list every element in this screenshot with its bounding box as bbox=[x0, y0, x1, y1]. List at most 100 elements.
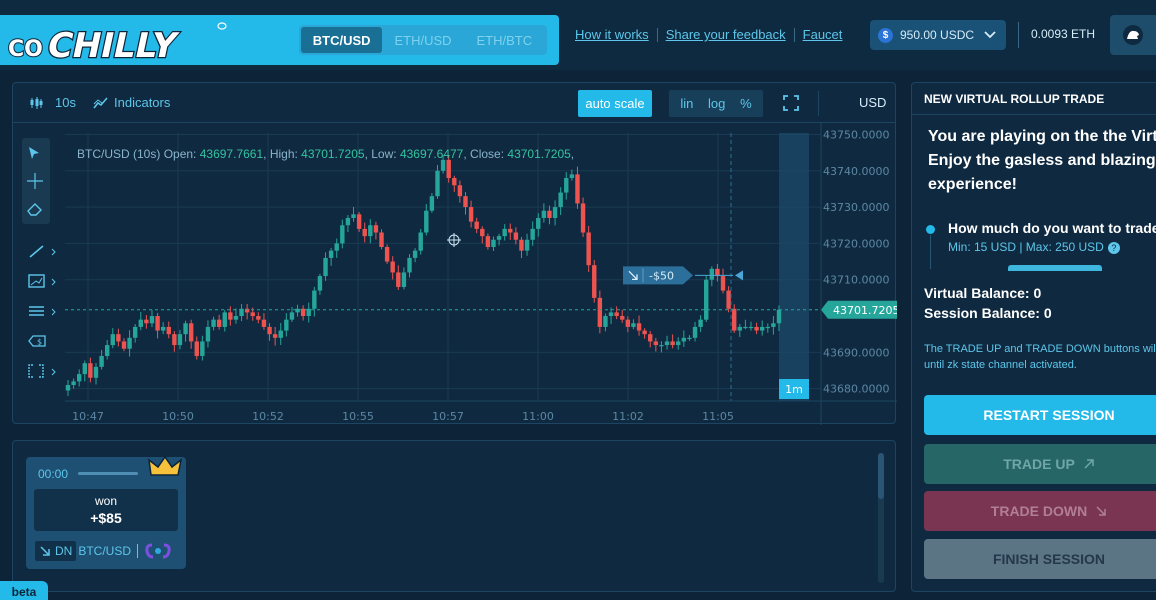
rectangle-tool[interactable] bbox=[23, 270, 59, 292]
candle-body bbox=[284, 319, 289, 331]
eth-balance: 0.0093 ETH bbox=[1031, 27, 1096, 41]
candle-body bbox=[216, 319, 222, 327]
candle-body bbox=[496, 236, 502, 240]
candle-body bbox=[524, 239, 530, 251]
range-tool[interactable] bbox=[23, 360, 59, 382]
candle-body bbox=[597, 297, 603, 327]
tab-eth-btc[interactable]: ETH/BTC bbox=[464, 27, 545, 53]
trend-line-tool[interactable] bbox=[23, 240, 59, 262]
candle-body bbox=[620, 316, 625, 320]
x-tick-label: 10:50 bbox=[162, 410, 194, 423]
x-tick-label: 10:52 bbox=[252, 410, 284, 423]
candle-body bbox=[166, 326, 171, 335]
candle-body bbox=[765, 326, 771, 329]
candle-body bbox=[384, 247, 390, 262]
trade-down-button[interactable]: TRADE DOWN bbox=[924, 491, 1156, 531]
drawing-tools-top bbox=[22, 138, 50, 224]
candle-body bbox=[396, 272, 401, 287]
trade-up-button[interactable]: TRADE UP bbox=[924, 444, 1156, 484]
help-icon[interactable]: ? bbox=[1107, 242, 1120, 254]
tab-btc-usd[interactable]: BTC/USD bbox=[301, 27, 383, 53]
nav-faucet[interactable]: Faucet bbox=[803, 27, 843, 42]
y-tick-label: 43680.0000 bbox=[823, 383, 889, 396]
eraser-tool[interactable] bbox=[22, 198, 58, 220]
candle-body bbox=[272, 334, 278, 338]
candle-body bbox=[508, 228, 513, 233]
scrollbar-thumb[interactable] bbox=[878, 453, 884, 499]
amount-selector-tab[interactable] bbox=[1008, 265, 1102, 271]
candle-body bbox=[530, 228, 535, 240]
legend-high-label: High: bbox=[269, 147, 298, 161]
cochilly-logo[interactable]: CO CHILLY bbox=[6, 17, 228, 63]
candle-body bbox=[373, 225, 379, 233]
candle-body bbox=[603, 316, 608, 327]
candle-body bbox=[636, 323, 642, 331]
candle-body bbox=[334, 243, 339, 251]
position-progress-bar bbox=[78, 472, 138, 475]
candle-body bbox=[116, 334, 121, 342]
crosshair-tool[interactable] bbox=[22, 170, 58, 192]
candle-body bbox=[440, 159, 446, 171]
position-card[interactable]: 00:00 won +$85 DN BTC/USD bbox=[26, 455, 186, 569]
current-bar-highlight bbox=[779, 133, 809, 401]
tab-eth-usd[interactable]: ETH/USD bbox=[382, 27, 463, 53]
candle-body bbox=[261, 319, 267, 327]
candle-body bbox=[104, 345, 110, 356]
bet-marker-label: -$50 bbox=[649, 269, 674, 282]
user-avatar-icon bbox=[1123, 25, 1143, 45]
share-icon[interactable] bbox=[144, 541, 172, 561]
nav-divider bbox=[656, 27, 658, 42]
candle-body bbox=[177, 334, 183, 346]
candle-body bbox=[138, 319, 143, 327]
candle-body bbox=[502, 228, 507, 237]
y-tick-label: 43740.0000 bbox=[823, 165, 889, 178]
candle-body bbox=[760, 326, 765, 331]
trade-panel: NEW VIRTUAL ROLLUP TRADE You are playing… bbox=[911, 82, 1156, 592]
wallet-balance-dropdown[interactable]: $ 950.00 USDC bbox=[870, 20, 1006, 50]
candle-body bbox=[99, 355, 104, 367]
cursor-tool[interactable] bbox=[22, 142, 58, 164]
candle-body bbox=[345, 217, 351, 226]
x-tick-label: 10:55 bbox=[342, 410, 374, 423]
price-chart[interactable]: 43701.7205 -$50 1m 43750.0000 43740.0000 437… bbox=[13, 83, 897, 425]
candle-body bbox=[732, 308, 737, 331]
candle-body bbox=[608, 312, 614, 317]
candle-body bbox=[558, 192, 563, 208]
candle-body bbox=[188, 323, 194, 342]
nav-how-it-works[interactable]: How it works bbox=[575, 27, 649, 42]
trend-line-icon bbox=[29, 245, 56, 258]
candle-body bbox=[222, 312, 227, 327]
candle-body bbox=[743, 326, 748, 329]
candle-body bbox=[356, 214, 362, 229]
pair-tabs: BTC/USD ETH/USD ETH/BTC bbox=[299, 25, 547, 55]
candle-body bbox=[547, 210, 552, 218]
user-avatar-button[interactable] bbox=[1110, 15, 1156, 55]
candle-body bbox=[648, 334, 653, 342]
candle-body bbox=[687, 337, 692, 340]
welcome-line: experience! bbox=[928, 176, 1017, 193]
parallel-lines-tool[interactable] bbox=[23, 300, 59, 322]
legend-open: 43697.7661 bbox=[199, 147, 264, 161]
candle-body bbox=[737, 326, 743, 331]
candle-body bbox=[513, 232, 519, 240]
candle-body bbox=[412, 250, 418, 258]
restart-session-button[interactable]: RESTART SESSION bbox=[924, 395, 1156, 435]
top-bar: CO CHILLY BTC/USD ETH/USD ETH/BTC How it… bbox=[0, 0, 1156, 70]
current-price-label: 43701.7205 bbox=[833, 304, 897, 317]
svg-text:CHILLY: CHILLY bbox=[44, 26, 182, 63]
nav-share-feedback[interactable]: Share your feedback bbox=[666, 27, 786, 42]
amount-question: How much do you want to trade? bbox=[948, 220, 1156, 236]
finish-session-button[interactable]: FINISH SESSION bbox=[924, 539, 1156, 579]
legend-low: 43697.6477 bbox=[399, 147, 464, 161]
candle-body bbox=[407, 257, 412, 273]
positions-scrollbar[interactable] bbox=[878, 453, 884, 583]
step-indicator-line bbox=[930, 235, 931, 269]
candle-body bbox=[82, 363, 87, 375]
positions-panel: 00:00 won +$85 DN BTC/USD bbox=[12, 440, 896, 592]
crosshair-icon bbox=[27, 173, 43, 189]
candle-body bbox=[653, 341, 659, 346]
candle-body bbox=[692, 326, 698, 338]
candle-body bbox=[580, 203, 586, 233]
crosshair-cursor-lines bbox=[447, 233, 461, 247]
price-label-tool[interactable]: $ bbox=[23, 330, 59, 352]
